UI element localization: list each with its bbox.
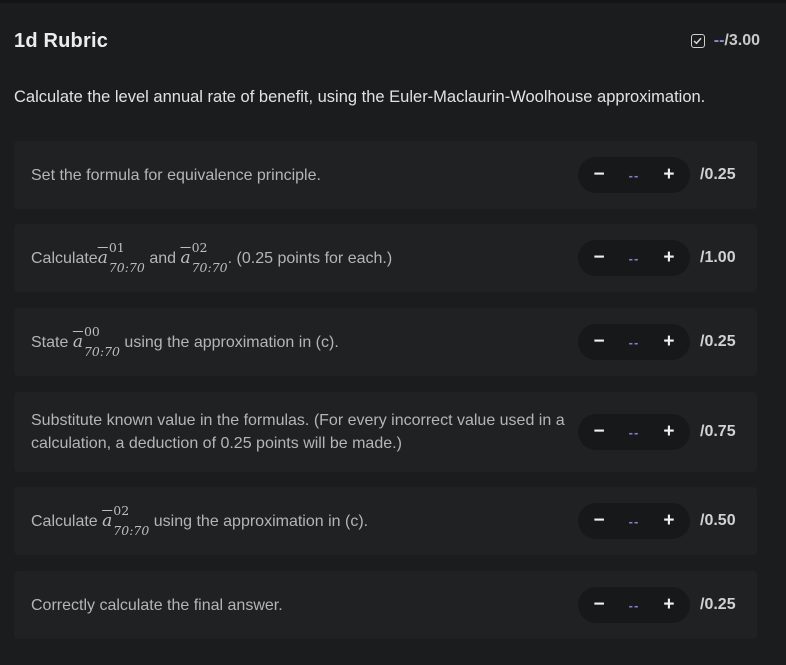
rubric-item: Correctly calculate the final answer. − …	[14, 571, 757, 639]
text-fragment: Calculate	[31, 512, 103, 530]
score-stepper[interactable]: − -- +	[578, 503, 690, 539]
text-fragment: using the approximation in (c).	[149, 512, 369, 530]
rubric-item: Calculate a 02 70:70 using the approximati…	[14, 487, 757, 555]
max-points: /0.25	[700, 166, 736, 183]
score-stepper[interactable]: − -- +	[578, 414, 690, 450]
math-sub: 70:70	[191, 260, 228, 275]
rubric-item-text: Calculate a 02 70:70 using the approximati…	[31, 504, 571, 537]
stepper-value: --	[628, 424, 640, 440]
score-value: --	[713, 32, 725, 49]
rubric-item-text: State a 00 70:70 using the approximation i…	[31, 325, 571, 358]
stepper-value: --	[628, 250, 640, 266]
increment-button[interactable]: +	[662, 595, 676, 615]
text-fragment: using the approximation in (c).	[119, 333, 339, 351]
text-fragment: and	[144, 249, 181, 267]
max-points: /0.50	[700, 512, 736, 529]
stepper-value: --	[628, 334, 640, 350]
increment-button[interactable]: +	[662, 511, 676, 531]
math-sup: 01	[108, 240, 125, 255]
rubric-panel: 1d Rubric --/3.00 Calculate the level an…	[0, 0, 786, 665]
score-stepper[interactable]: − -- +	[578, 157, 690, 193]
increment-button[interactable]: +	[662, 422, 676, 442]
rubric-score: --/3.00	[690, 32, 760, 50]
decrement-button[interactable]: −	[592, 422, 606, 442]
math-sup: 02	[191, 240, 208, 255]
score-stepper[interactable]: − -- +	[578, 587, 690, 623]
math-expression: a 02 70:70	[102, 504, 149, 537]
decrement-button[interactable]: −	[592, 511, 606, 531]
increment-button[interactable]: +	[662, 248, 676, 268]
stepper-value: --	[628, 167, 640, 183]
decrement-button[interactable]: −	[592, 332, 606, 352]
decrement-button[interactable]: −	[592, 165, 606, 185]
math-base: a	[180, 247, 191, 268]
max-points: /1.00	[700, 249, 736, 266]
math-sub: 70:70	[108, 260, 145, 275]
top-divider	[0, 0, 786, 3]
rubric-item-text: Calculate a 01 70:70 and a 02 70:70 . (0.25 …	[31, 241, 571, 274]
math-base: a	[102, 510, 113, 531]
stepper-value: --	[628, 513, 640, 529]
score-stepper[interactable]: − -- +	[578, 240, 690, 276]
max-points: /0.25	[700, 596, 736, 613]
math-expression: a 01 70:70	[97, 241, 145, 274]
max-points: /0.25	[700, 333, 736, 350]
math-base: a	[72, 331, 83, 352]
rubric-item-text: Correctly calculate the final answer.	[31, 596, 283, 614]
question-text: Calculate the level annual rate of benef…	[14, 88, 706, 106]
math-expression: a 02 70:70	[180, 241, 227, 274]
rubric-item: Calculate a 01 70:70 and a 02 70:70 . (0.25 …	[14, 224, 757, 292]
math-sub: 70:70	[83, 344, 120, 359]
rubric-item-text: Substitute known value in the formulas. …	[31, 412, 565, 452]
decrement-button[interactable]: −	[592, 248, 606, 268]
checkbox-icon[interactable]	[690, 34, 705, 48]
rubric-item-text: Set the formula for equivalence principl…	[31, 166, 321, 184]
rubric-header: 1d Rubric --/3.00	[14, 27, 760, 55]
text-fragment: . (0.25 points for each.)	[227, 249, 393, 267]
increment-button[interactable]: +	[662, 332, 676, 352]
max-points: /0.75	[700, 423, 736, 440]
stepper-value: --	[628, 597, 640, 613]
rubric-title: 1d Rubric	[14, 29, 109, 52]
text-fragment: Calculate	[31, 249, 98, 267]
score-stepper[interactable]: − -- +	[578, 324, 690, 360]
score-text: --/3.00	[714, 32, 760, 50]
rubric-item: Set the formula for equivalence principl…	[14, 141, 757, 209]
math-base: a	[97, 247, 108, 268]
rubric-item: Substitute known value in the formulas. …	[14, 392, 757, 472]
score-total: /3.00	[724, 32, 760, 49]
math-sub: 70:70	[113, 523, 150, 538]
rubric-item: State a 00 70:70 using the approximation i…	[14, 308, 757, 376]
text-fragment: State	[31, 333, 73, 351]
math-sup: 02	[113, 503, 130, 518]
increment-button[interactable]: +	[662, 165, 676, 185]
decrement-button[interactable]: −	[592, 595, 606, 615]
math-sup: 00	[83, 324, 100, 339]
math-expression: a 00 70:70	[72, 325, 120, 358]
